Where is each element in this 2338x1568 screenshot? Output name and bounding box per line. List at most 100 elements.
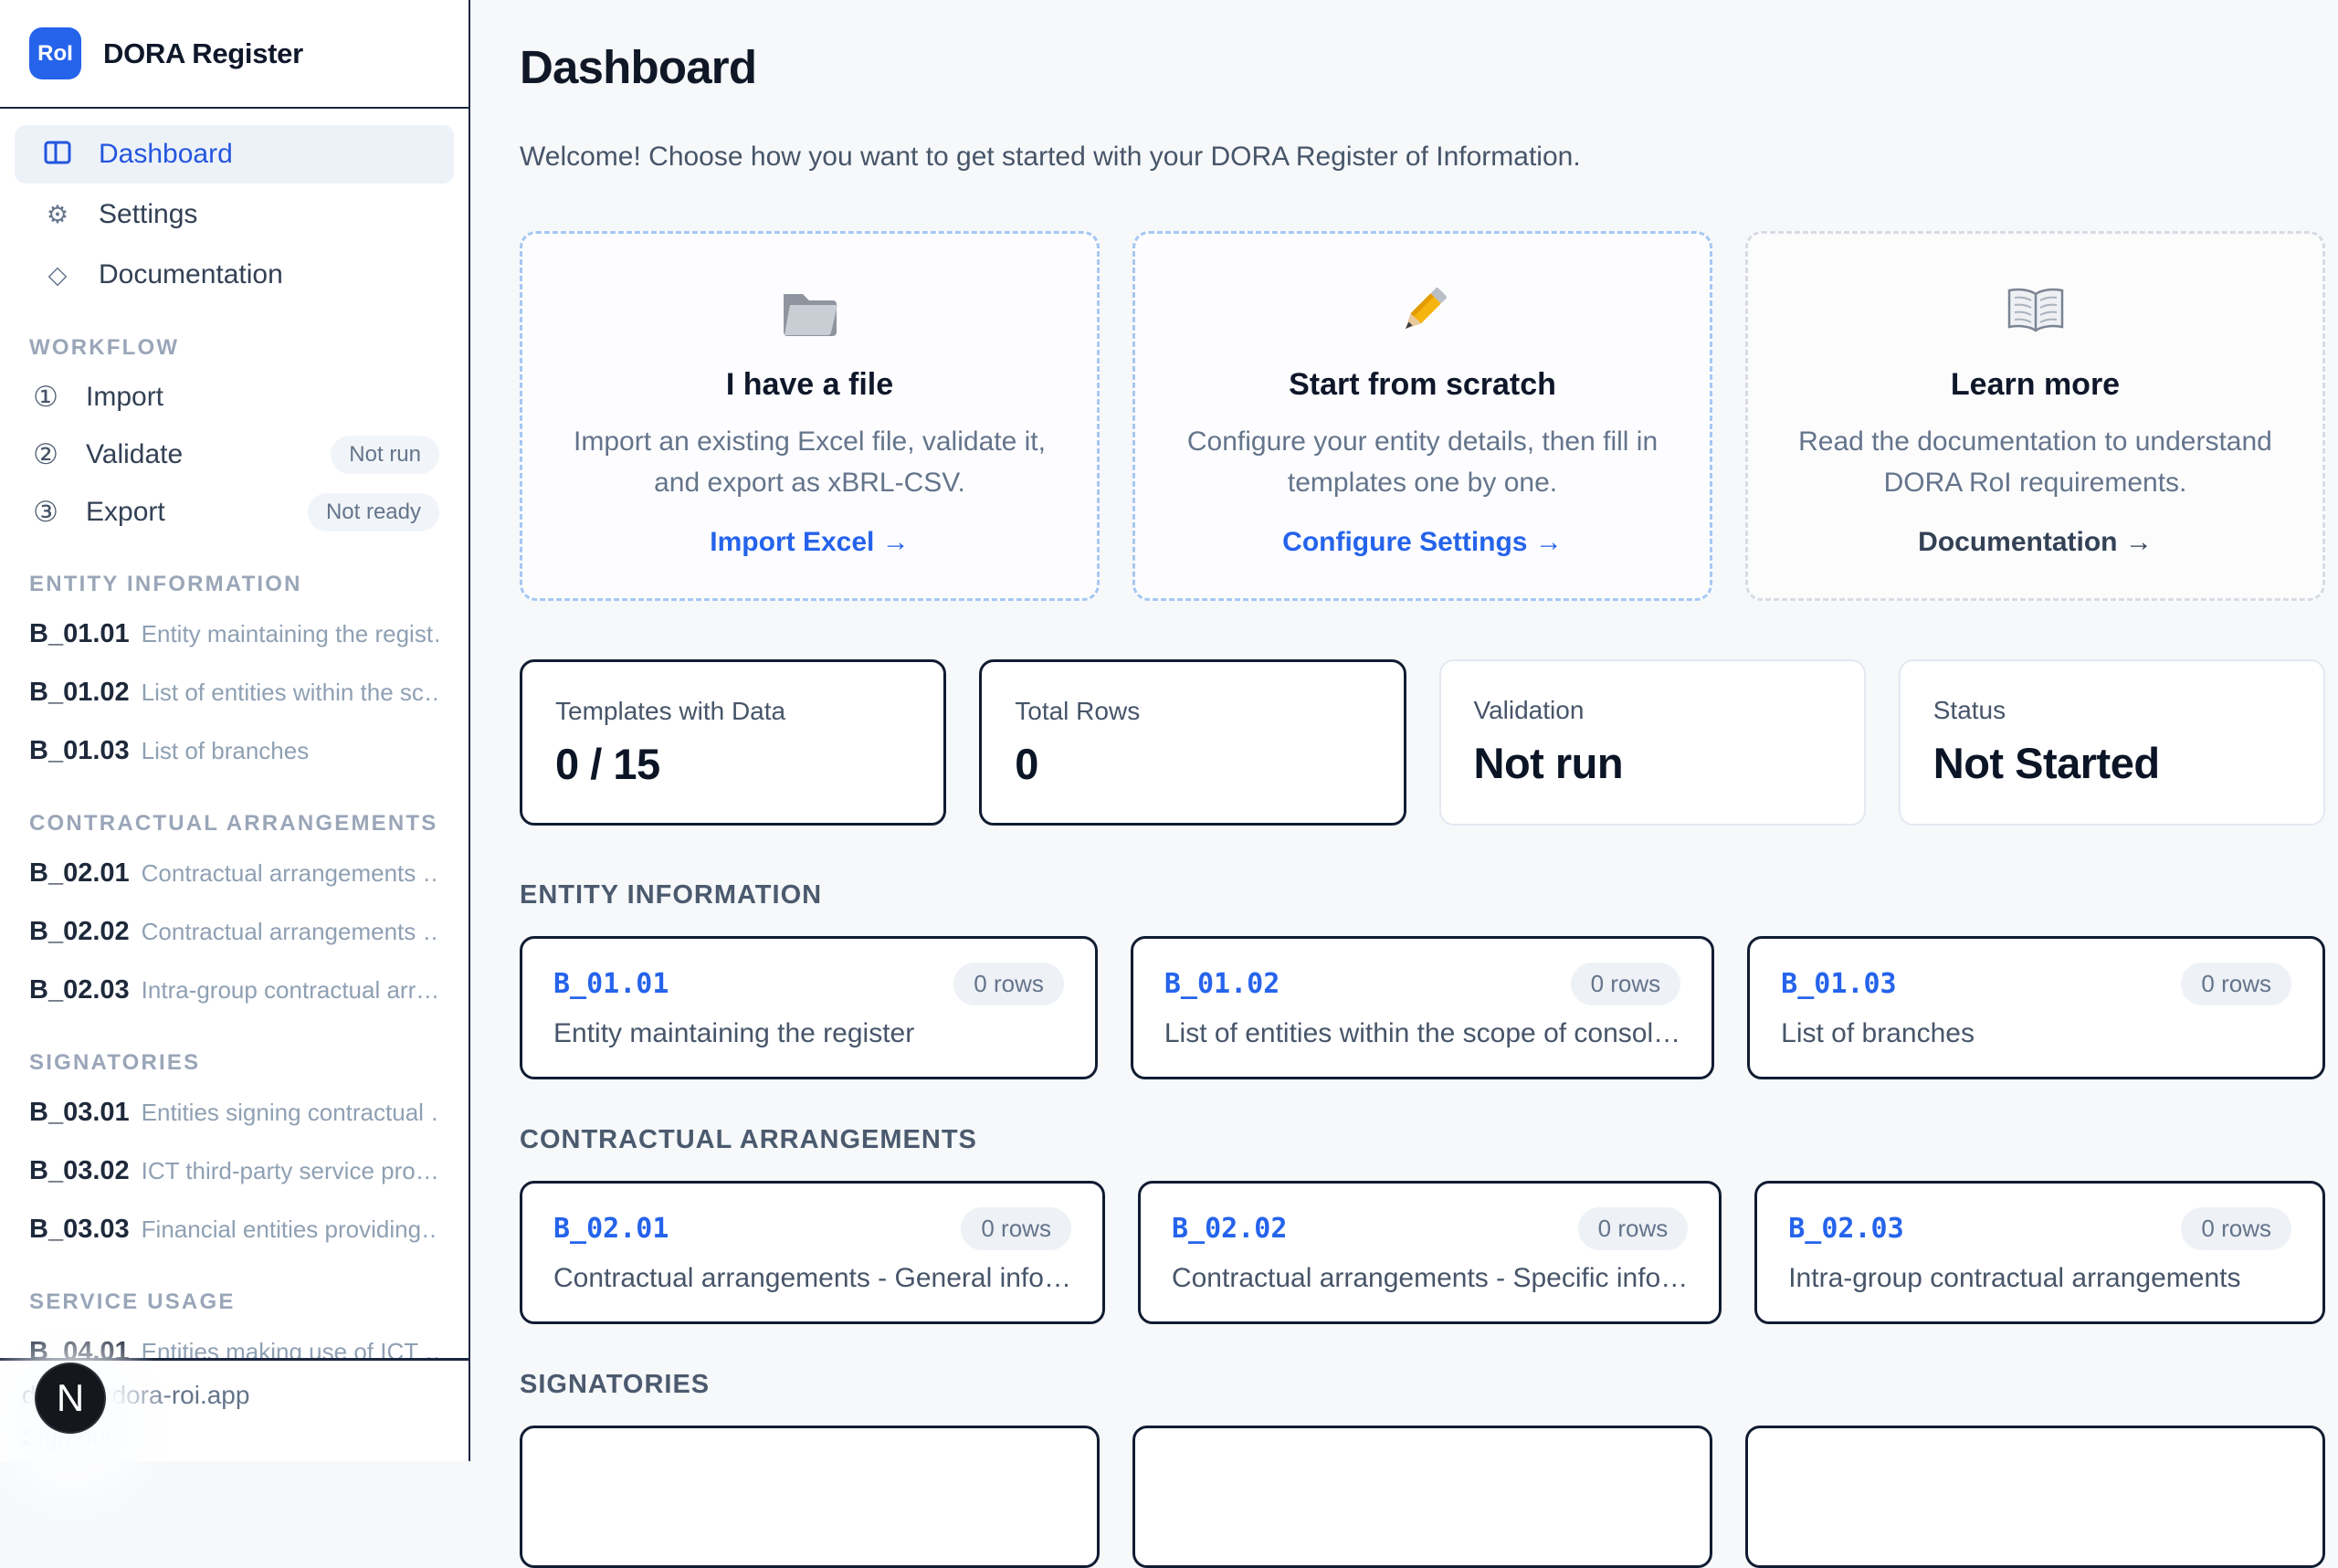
sidebar-item-b0301[interactable]: B_03.01 Entities signing contractual … <box>29 1083 439 1142</box>
sidebar-item-validate[interactable]: ② Validate Not run <box>29 426 439 483</box>
template-desc: List of entities within the scope of con… <box>1164 1017 1681 1048</box>
template-desc: Contractual arrangements - Specific info… <box>1171 1262 1689 1293</box>
template-card-b0103[interactable]: B_01.03 0 rows List of branches <box>1747 935 2325 1079</box>
card-body: Import an existing Excel file, validate … <box>574 426 1046 498</box>
template-card-b0201[interactable]: B_02.01 0 rows Contractual arrangements … <box>520 1180 1105 1324</box>
sidebar-item-settings[interactable]: ⚙ Settings <box>15 185 454 244</box>
template-desc: List of branches <box>1781 1017 1975 1048</box>
template-desc: Entity maintaining the regist… <box>141 619 439 647</box>
stat-value: 0 <box>1015 740 1038 788</box>
template-code: B_02.01 <box>29 858 130 888</box>
template-card-b0203[interactable]: B_02.03 0 rows Intra-group contractual a… <box>1754 1180 2325 1324</box>
documentation-link[interactable]: Documentation → <box>1785 527 2286 558</box>
main-content: Dashboard Welcome! Choose how you want t… <box>470 0 2338 1568</box>
action-card-grid: I have a file Import an existing Excel f… <box>520 231 2325 601</box>
template-desc: List of branches <box>141 736 310 764</box>
sidebar-item-b0203[interactable]: B_02.03 Intra-group contractual arr… <box>29 961 439 1019</box>
section-label-entity-information: ENTITY INFORMATION <box>29 572 302 596</box>
template-card-b0303[interactable] <box>1745 1425 2325 1568</box>
template-card-b0202[interactable]: B_02.02 0 rows Contractual arrangements … <box>1137 1180 1722 1324</box>
sidebar-item-import[interactable]: ① Import <box>29 368 439 426</box>
gear-icon: ⚙ <box>46 200 69 228</box>
stat-label: Templates with Data <box>555 697 786 725</box>
stat-value: 0 / 15 <box>555 740 660 788</box>
card-title: Learn more <box>1950 367 2121 402</box>
sidebar-item-b0202[interactable]: B_02.02 Contractual arrangements … <box>29 902 439 961</box>
sidebar-item-label: Documentation <box>99 259 283 289</box>
template-code: B_01.01 <box>29 618 130 648</box>
status-badge: Not run <box>331 435 439 474</box>
template-code: B_02.02 <box>1171 1212 1288 1245</box>
template-code: B_03.02 <box>29 1155 130 1185</box>
step-3-icon: ③ <box>33 495 58 528</box>
row-count-badge: 0 rows <box>1570 962 1681 1005</box>
section-heading-contractual-arrangements: CONTRACTUAL ARRANGEMENTS <box>520 1124 977 1154</box>
template-desc: Intra-group contractual arr… <box>141 975 439 1004</box>
stat-status: Status Not Started <box>1898 659 2325 826</box>
template-code: B_02.02 <box>29 916 130 946</box>
step-1-icon: ① <box>33 380 58 413</box>
template-card-b0302[interactable] <box>1132 1425 1712 1568</box>
stat-label: Validation <box>1473 696 1585 724</box>
sidebar-item-b0102[interactable]: B_01.02 List of entities within the sc… <box>29 663 439 721</box>
template-desc: Contractual arrangements - General info… <box>553 1262 1071 1293</box>
template-card-b0101[interactable]: B_01.01 0 rows Entity maintaining the re… <box>520 935 1098 1079</box>
template-desc: List of entities within the sc… <box>141 678 439 706</box>
template-desc: Financial entities providing… <box>141 1215 439 1243</box>
nextjs-dev-badge[interactable]: N <box>35 1363 106 1434</box>
template-card-grid <box>520 1425 2325 1568</box>
template-code: B_01.02 <box>1164 967 1280 1000</box>
template-code: B_01.02 <box>29 677 130 707</box>
workflow-label: Export <box>86 496 165 527</box>
sidebar-item-b0103[interactable]: B_01.03 List of branches <box>29 721 439 780</box>
section-label-workflow: WORKFLOW <box>29 335 180 360</box>
card-title: I have a file <box>725 367 894 402</box>
dashboard-icon <box>42 141 73 169</box>
stats-grid: Templates with Data 0 / 15 Total Rows 0 … <box>520 659 2325 826</box>
card-body: Configure your entity details, then fill… <box>1186 426 1659 498</box>
start-from-scratch-card[interactable]: Start from scratch Configure your entity… <box>1132 231 1712 601</box>
sidebar-item-b0101[interactable]: B_01.01 Entity maintaining the regist… <box>29 605 439 663</box>
sidebar-item-b0303[interactable]: B_03.03 Financial entities providing… <box>29 1200 439 1258</box>
sidebar-item-export[interactable]: ③ Export Not ready <box>29 483 439 541</box>
sidebar: RoI DORA Register Dashboard ⚙ Settings ◇… <box>0 0 470 1530</box>
page-title: Dashboard <box>520 41 757 93</box>
sidebar-item-documentation[interactable]: ◇ Documentation <box>15 246 454 304</box>
template-desc: Entities signing contractual … <box>141 1098 439 1126</box>
template-card-grid: B_02.01 0 rows Contractual arrangements … <box>520 1180 2325 1324</box>
import-file-card[interactable]: I have a file Import an existing Excel f… <box>520 231 1100 601</box>
stat-label: Total Rows <box>1015 697 1141 725</box>
sidebar-header: RoI DORA Register <box>0 0 469 109</box>
configure-settings-link[interactable]: Configure Settings → <box>1172 527 1673 558</box>
sidebar-sections: WORKFLOW ① Import ② Validate Not run ③ E… <box>0 335 469 1381</box>
template-desc: Contractual arrangements … <box>141 917 439 945</box>
diamond-icon: ◇ <box>47 260 68 289</box>
import-excel-link[interactable]: Import Excel → <box>559 527 1060 558</box>
sidebar-item-b0302[interactable]: B_03.02 ICT third-party service pro… <box>29 1142 439 1200</box>
template-code: B_02.01 <box>553 1212 669 1245</box>
section-label-service-usage: SERVICE USAGE <box>29 1289 236 1314</box>
status-badge: Not ready <box>307 492 439 531</box>
stat-value: Not run <box>1473 739 1624 787</box>
section-heading-signatories: SIGNATORIES <box>520 1369 711 1399</box>
template-desc: Entity maintaining the register <box>553 1017 915 1048</box>
book-icon <box>1785 276 2286 347</box>
section-label-signatories: SIGNATORIES <box>29 1050 201 1075</box>
template-desc: ICT third-party service pro… <box>141 1156 439 1184</box>
app-logo: RoI <box>29 27 81 79</box>
sidebar-item-dashboard[interactable]: Dashboard <box>15 125 454 184</box>
row-count-badge: 0 rows <box>961 1206 1071 1250</box>
learn-more-card[interactable]: Learn more Read the documentation to und… <box>1745 231 2325 601</box>
folder-icon <box>559 276 1060 347</box>
template-card-b0301[interactable] <box>520 1425 1100 1568</box>
template-desc: Contractual arrangements … <box>141 858 439 887</box>
sidebar-nav: Dashboard ⚙ Settings ◇ Documentation <box>0 109 469 304</box>
stat-label: Status <box>1933 696 2006 724</box>
sidebar-item-b0201[interactable]: B_02.01 Contractual arrangements … <box>29 844 439 902</box>
template-code: B_03.01 <box>29 1097 130 1127</box>
stat-validation: Validation Not run <box>1438 659 1866 826</box>
row-count-badge: 0 rows <box>2181 1206 2291 1250</box>
template-card-b0102[interactable]: B_01.02 0 rows List of entities within t… <box>1130 935 1715 1079</box>
template-code: B_01.03 <box>1781 967 1897 1000</box>
app-title: DORA Register <box>103 37 303 69</box>
